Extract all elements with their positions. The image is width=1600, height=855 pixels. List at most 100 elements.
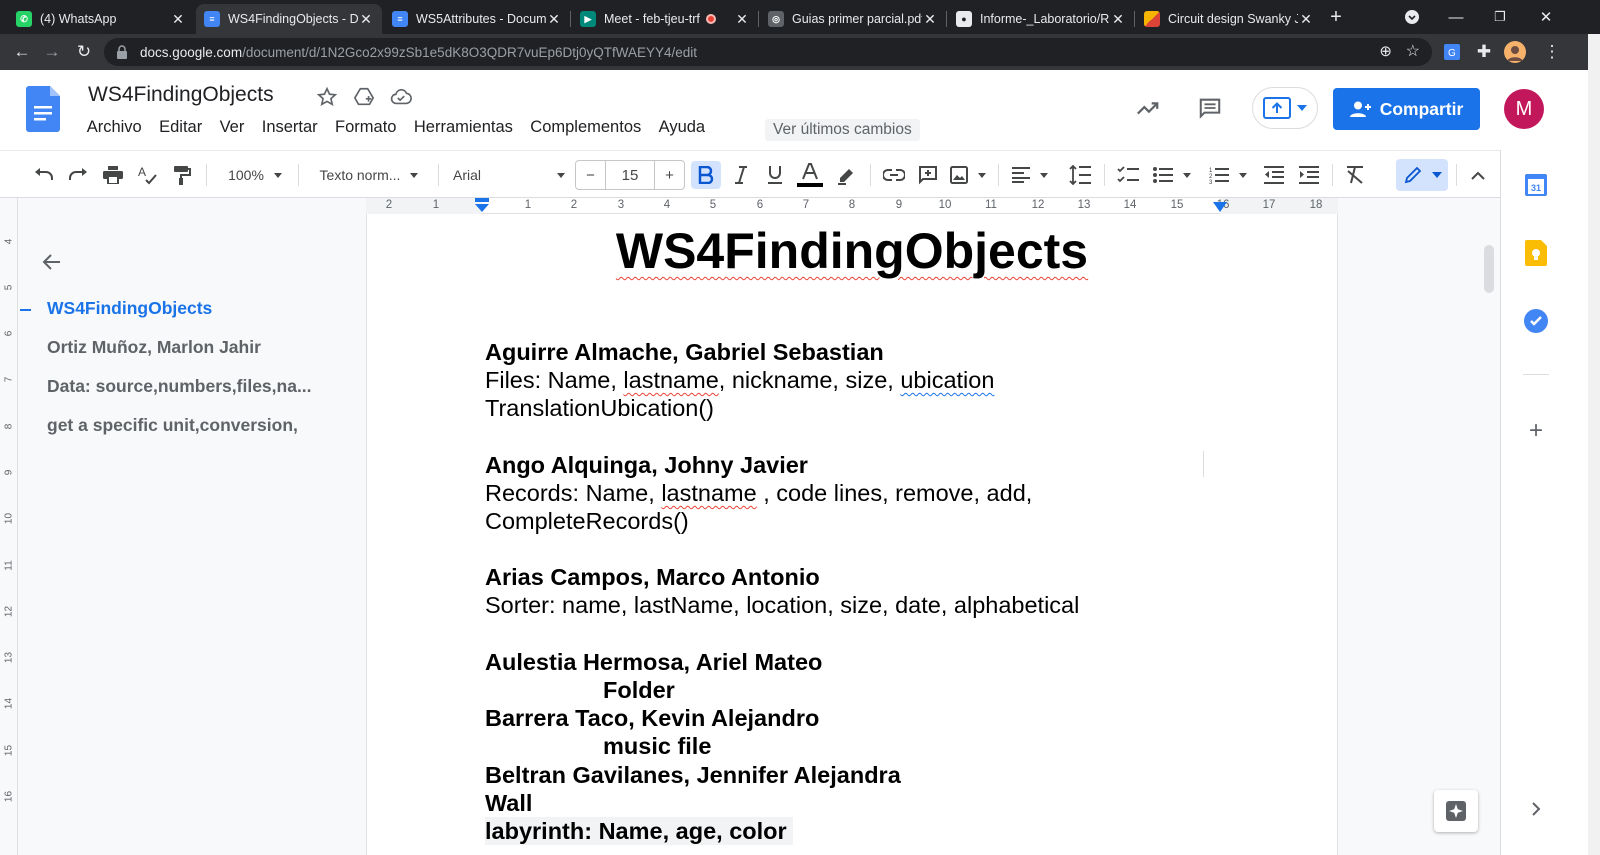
browser-scrollbar[interactable]	[1588, 34, 1600, 855]
menu-archivo[interactable]: Archivo	[78, 118, 150, 137]
menu-herramientas[interactable]: Herramientas	[405, 118, 521, 137]
close-window-button[interactable]: ✕	[1534, 5, 1558, 29]
close-icon[interactable]: ✕	[922, 11, 938, 28]
increase-font-size-button[interactable]: +	[654, 161, 684, 189]
svg-text:A: A	[138, 165, 146, 179]
arrow-back-icon[interactable]	[40, 250, 64, 274]
menu-insertar[interactable]: Insertar	[253, 118, 326, 137]
zoom-select[interactable]: 100%	[222, 161, 288, 189]
cloud-saved-icon[interactable]	[389, 85, 413, 109]
forward-button[interactable]: →	[40, 40, 64, 64]
last-edit-link[interactable]: Ver últimos cambios	[765, 119, 920, 141]
document-page[interactable]: WS4FindingObjects Aguirre Almache, Gabri…	[366, 214, 1338, 855]
add-addon-button[interactable]: +	[1523, 417, 1549, 444]
close-icon[interactable]: ✕	[734, 11, 750, 28]
close-icon[interactable]: ✕	[170, 11, 186, 28]
docs-logo-icon[interactable]	[26, 86, 60, 132]
decrease-font-size-button[interactable]: −	[576, 161, 606, 189]
address-bar[interactable]: docs.google.com/document/d/1N2Gco2x99zSb…	[104, 38, 1432, 66]
document-title[interactable]: WS4FindingObjects	[88, 83, 274, 107]
underline-button[interactable]	[761, 161, 789, 189]
tab-informe-laboratorio[interactable]: ● Informe-_Laboratorio/R ✕	[948, 4, 1134, 34]
indent-marker-icon[interactable]	[474, 198, 490, 214]
spelling-flagged-word[interactable]: lastname	[623, 367, 718, 393]
undo-button[interactable]	[30, 161, 58, 189]
new-tab-button[interactable]: +	[1324, 5, 1348, 29]
profile-icon[interactable]	[1503, 40, 1527, 64]
menu-complementos[interactable]: Complementos	[522, 118, 650, 137]
font-select[interactable]: Arial	[453, 161, 565, 189]
spellcheck-button[interactable]: A	[134, 161, 162, 189]
explore-button[interactable]	[1434, 790, 1478, 832]
right-indent-marker-icon[interactable]	[1213, 200, 1227, 214]
decrease-indent-button[interactable]	[1260, 161, 1288, 189]
spelling-flagged-word[interactable]: lastname	[661, 480, 756, 506]
increase-indent-button[interactable]	[1295, 161, 1323, 189]
redo-button[interactable]	[64, 161, 92, 189]
clear-formatting-button[interactable]	[1341, 161, 1369, 189]
tab-whatsapp[interactable]: ✆ (4) WhatsApp ✕	[8, 4, 194, 34]
back-button[interactable]: ←	[10, 40, 34, 64]
menu-ver[interactable]: Ver	[211, 118, 253, 137]
tab-meet[interactable]: ▶ Meet - feb-tjeu-trf ✕	[572, 4, 758, 34]
bold-button[interactable]	[691, 161, 721, 189]
add-comment-button[interactable]	[914, 161, 942, 189]
extensions-icon[interactable]: ✚	[1472, 40, 1496, 64]
outline-item[interactable]: get a specific unit,conversion,	[47, 415, 337, 436]
outline-item-title[interactable]: WS4FindingObjects	[47, 298, 337, 319]
tab-ws5attributes[interactable]: ≡ WS5Attributes - Docum ✕	[384, 4, 570, 34]
insert-link-button[interactable]	[880, 161, 908, 189]
align-button[interactable]	[1010, 161, 1050, 189]
expand-side-panel-button[interactable]	[1523, 796, 1549, 822]
restore-button[interactable]: ❐	[1488, 5, 1512, 29]
paint-format-button[interactable]	[168, 161, 196, 189]
highlight-color-button[interactable]	[832, 161, 860, 189]
close-icon[interactable]: ✕	[1298, 11, 1314, 28]
collapse-menus-button[interactable]	[1464, 161, 1492, 189]
close-icon[interactable]: ✕	[358, 11, 374, 28]
text-color-button[interactable]	[795, 161, 825, 189]
font-size-input[interactable]: 15	[606, 161, 654, 189]
translate-icon[interactable]: G	[1440, 40, 1464, 64]
calendar-icon[interactable]: 31	[1523, 172, 1549, 198]
comments-icon[interactable]	[1198, 96, 1222, 120]
tab-search-button[interactable]	[1400, 5, 1424, 29]
share-button[interactable]: Compartir	[1333, 88, 1480, 130]
close-icon[interactable]: ✕	[1110, 11, 1126, 28]
checklist-button[interactable]	[1114, 161, 1142, 189]
outline-item[interactable]: Data: source,numbers,files,na...	[47, 376, 337, 397]
outline-item[interactable]: Ortiz Muñoz, Marlon Jahir	[47, 337, 337, 358]
bulleted-list-button[interactable]	[1148, 161, 1196, 189]
ruler-tick-label: 1	[524, 199, 532, 211]
star-icon[interactable]: ☆	[1406, 41, 1420, 61]
avatar[interactable]: M	[1504, 89, 1544, 129]
tab-circuit-design[interactable]: Circuit design Swanky Ju ✕	[1136, 4, 1322, 34]
ruler-tick-label: 2	[570, 199, 578, 211]
keep-icon[interactable]	[1523, 240, 1549, 266]
tasks-icon[interactable]	[1523, 308, 1549, 334]
menu-editar[interactable]: Editar	[150, 118, 210, 137]
grammar-flagged-word[interactable]: ubication	[900, 367, 994, 393]
insert-image-button[interactable]	[948, 161, 988, 189]
print-button[interactable]	[99, 161, 127, 189]
tab-guias-pdf[interactable]: ◎ Guias primer parcial.pdf ✕	[760, 4, 946, 34]
italic-button[interactable]	[727, 161, 755, 189]
present-button[interactable]	[1252, 87, 1318, 129]
menu-formato[interactable]: Formato	[326, 118, 405, 137]
zoom-icon[interactable]: ⊕	[1379, 42, 1392, 60]
minimize-button[interactable]: —	[1444, 5, 1468, 29]
paragraph-style-select[interactable]: Texto norm...	[313, 161, 425, 189]
horizontal-ruler[interactable]: 2 1 1 2 3 4 5 6 7 8 9 10 11 12 13 14 15 …	[366, 198, 1338, 214]
menu-ayuda[interactable]: Ayuda	[650, 118, 714, 137]
move-to-drive-icon[interactable]	[352, 85, 376, 109]
activity-dashboard-icon[interactable]	[1136, 96, 1160, 120]
star-icon[interactable]	[315, 85, 339, 109]
editing-mode-button[interactable]	[1396, 159, 1448, 191]
tab-ws4findingobjects[interactable]: ≡ WS4FindingObjects - Do ✕	[196, 4, 382, 34]
close-icon[interactable]: ✕	[546, 11, 562, 28]
document-scrollbar[interactable]	[1484, 245, 1494, 293]
reload-button[interactable]: ↻	[72, 40, 96, 64]
numbered-list-button[interactable]: 123	[1204, 161, 1252, 189]
line-spacing-button[interactable]	[1066, 161, 1094, 189]
menu-icon[interactable]: ⋮	[1540, 40, 1564, 64]
